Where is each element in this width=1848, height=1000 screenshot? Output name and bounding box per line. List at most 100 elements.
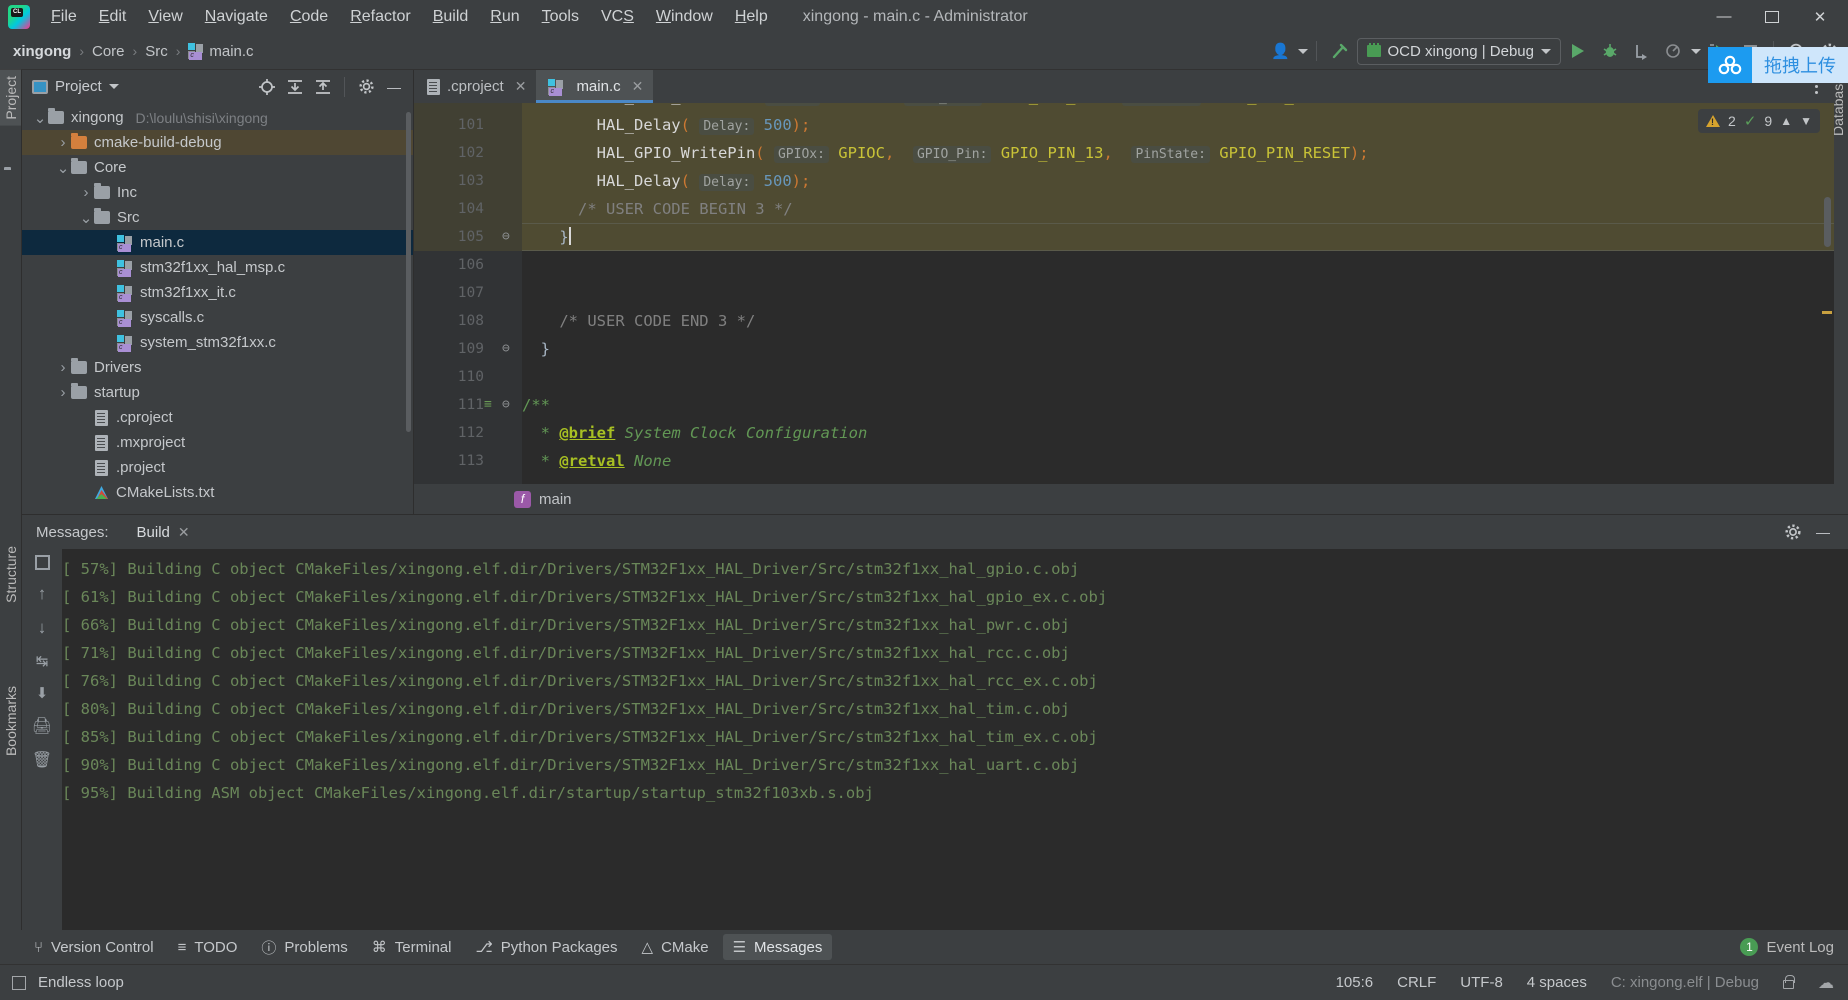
editor-breadcrumb-label[interactable]: main: [539, 491, 572, 508]
project-scrollbar[interactable]: [406, 112, 411, 432]
tree-node-syscalls-c[interactable]: c syscalls.c: [22, 305, 413, 330]
menu-item-help[interactable]: Help: [724, 4, 779, 30]
menu-item-refactor[interactable]: Refactor: [339, 4, 421, 30]
chevron-down-icon[interactable]: ⌄: [32, 109, 48, 127]
breadcrumb-core[interactable]: Core: [87, 41, 130, 62]
collapse-all-icon[interactable]: [310, 75, 336, 99]
breadcrumb-file[interactable]: c main.c: [183, 41, 258, 62]
run-target-status[interactable]: C: xingong.elf | Debug: [1611, 974, 1759, 991]
chevron-right-icon[interactable]: ›: [55, 384, 71, 401]
stripe-item-project[interactable]: Project: [0, 70, 21, 126]
tree-node-src[interactable]: ⌄ Src: [22, 205, 413, 230]
tree-node--cproject[interactable]: .cproject: [22, 405, 413, 430]
minimize-button[interactable]: —: [1702, 2, 1746, 32]
code-fold-icon[interactable]: ⊖: [502, 335, 510, 363]
chevron-down-icon[interactable]: ⌄: [78, 209, 94, 227]
clear-all-icon[interactable]: 🗑: [32, 750, 52, 770]
tree-node-main-c[interactable]: c main.c: [22, 230, 413, 255]
chevron-right-icon[interactable]: ›: [55, 359, 71, 376]
line-separator[interactable]: CRLF: [1397, 974, 1436, 991]
menu-item-code[interactable]: Code: [279, 4, 339, 30]
maximize-button[interactable]: [1750, 2, 1794, 32]
bottom-tab-version-control[interactable]: ⑂ Version Control: [24, 935, 164, 960]
stripe-item-bookmarks[interactable]: Bookmarks: [0, 680, 21, 762]
upload-drag-badge[interactable]: 拖拽上传: [1708, 47, 1848, 83]
bottom-tab-messages[interactable]: ☰ Messages: [722, 934, 833, 960]
tree-node--mxproject[interactable]: .mxproject: [22, 430, 413, 455]
chevron-down-icon[interactable]: [1297, 48, 1308, 54]
menu-item-tools[interactable]: Tools: [531, 4, 590, 30]
editor-scrollbar[interactable]: [1824, 197, 1831, 247]
message-line[interactable]: [ 90%] Building C object CMakeFiles/xing…: [62, 751, 1848, 779]
messages-output[interactable]: ↑ ↓ ↹ ⬇ 🖨 🗑 [ 57%] Building C object CMa…: [22, 549, 1848, 931]
menu-item-window[interactable]: Window: [645, 4, 724, 30]
hide-panel-button[interactable]: —: [1810, 520, 1836, 544]
code-fold-icon[interactable]: ⊖: [502, 391, 510, 419]
tree-node-core[interactable]: ⌄ Core: [22, 155, 413, 180]
tree-node-stm32f1xx-hal-msp-c[interactable]: c stm32f1xx_hal_msp.c: [22, 255, 413, 280]
scroll-from-source-icon[interactable]: [254, 75, 280, 99]
menu-item-run[interactable]: Run: [479, 4, 530, 30]
user-icon[interactable]: 👤: [1266, 37, 1296, 65]
tree-node-drivers[interactable]: › Drivers: [22, 355, 413, 380]
bottom-tab-problems[interactable]: ⓘ Problems: [251, 933, 357, 962]
profile-icon[interactable]: [1659, 37, 1689, 65]
tree-node-startup[interactable]: › startup: [22, 380, 413, 405]
tree-node-cmake-build-debug[interactable]: › cmake-build-debug: [22, 130, 413, 155]
attach-process-icon[interactable]: [1627, 37, 1657, 65]
message-line[interactable]: [ 85%] Building C object CMakeFiles/xing…: [62, 723, 1848, 751]
bottom-tab-cmake[interactable]: △ CMake: [632, 934, 719, 960]
arrow-up-icon[interactable]: ↑: [38, 584, 47, 604]
code-editor[interactable]: 100 HAL_GPIO_WritePin(GPIOx: GPIOC, GPIO…: [414, 103, 1834, 484]
file-encoding[interactable]: UTF-8: [1460, 974, 1503, 991]
scroll-to-end-icon[interactable]: ⬇: [36, 684, 49, 702]
hide-panel-button[interactable]: —: [381, 75, 407, 99]
menu-item-vcs[interactable]: VCS: [590, 4, 645, 30]
editor-tab--cproject[interactable]: .cproject ✕: [414, 70, 536, 103]
bottom-tab-terminal[interactable]: ⌘ Terminal: [362, 934, 462, 960]
chevron-down-icon[interactable]: [1691, 48, 1701, 54]
indent-setting[interactable]: 4 spaces: [1527, 974, 1587, 991]
bottom-tab-python-packages[interactable]: ⎇ Python Packages: [465, 934, 627, 960]
close-icon[interactable]: ✕: [515, 78, 527, 95]
chevron-down-icon[interactable]: ▼: [1800, 114, 1812, 128]
code-fold-icon[interactable]: ⊖: [502, 223, 510, 251]
tree-node-xingong[interactable]: ⌄ xingong D:\loulu\shisi\xingong: [22, 105, 413, 130]
tree-node-inc[interactable]: › Inc: [22, 180, 413, 205]
chevron-down-icon[interactable]: [108, 84, 119, 89]
editor-tab-main-c[interactable]: c main.c ✕: [536, 70, 654, 103]
arrow-down-icon[interactable]: ↓: [38, 618, 47, 638]
chevron-right-icon[interactable]: ›: [78, 184, 94, 201]
debug-button[interactable]: [1595, 37, 1625, 65]
soft-wrap-icon[interactable]: ↹: [36, 652, 49, 670]
menu-item-build[interactable]: Build: [422, 4, 480, 30]
messages-tab-build[interactable]: Build ✕: [131, 521, 196, 544]
message-line[interactable]: [ 66%] Building C object CMakeFiles/xing…: [62, 611, 1848, 639]
notifications-icon[interactable]: ☁: [1818, 973, 1834, 993]
lock-icon[interactable]: [1783, 975, 1795, 989]
event-log-area[interactable]: 1 Event Log: [1740, 938, 1848, 956]
tree-node-system-stm32f1xx-c[interactable]: c system_stm32f1xx.c: [22, 330, 413, 355]
message-line[interactable]: [ 95%] Building ASM object CMakeFiles/xi…: [62, 779, 1848, 807]
close-button[interactable]: ✕: [1798, 2, 1842, 32]
run-button[interactable]: [1563, 37, 1593, 65]
tree-node-cmakelists-txt[interactable]: CMakeLists.txt: [22, 480, 413, 505]
caret-position[interactable]: 105:6: [1336, 974, 1374, 991]
chevron-up-icon[interactable]: ▲: [1780, 114, 1792, 128]
menu-item-navigate[interactable]: Navigate: [194, 4, 279, 30]
inspection-widget[interactable]: 2 ✓ 9 ▲ ▼: [1698, 109, 1820, 133]
tree-node--project[interactable]: .project: [22, 455, 413, 480]
settings-gear-icon[interactable]: [353, 75, 379, 99]
message-line[interactable]: [ 80%] Building C object CMakeFiles/xing…: [62, 695, 1848, 723]
message-line[interactable]: [ 57%] Building C object CMakeFiles/xing…: [62, 555, 1848, 583]
chevron-down-icon[interactable]: ⌄: [55, 159, 71, 177]
settings-gear-icon[interactable]: [1780, 520, 1806, 544]
chevron-right-icon[interactable]: ›: [55, 134, 71, 151]
menu-item-file[interactable]: File: [40, 4, 88, 30]
message-line[interactable]: [ 76%] Building C object CMakeFiles/xing…: [62, 667, 1848, 695]
expand-all-icon[interactable]: [282, 75, 308, 99]
stop-icon[interactable]: [34, 555, 50, 570]
editor-marker-warning[interactable]: [1822, 311, 1832, 314]
build-hammer-icon[interactable]: [1325, 37, 1355, 65]
run-configuration-selector[interactable]: OCD xingong | Debug: [1356, 37, 1561, 65]
